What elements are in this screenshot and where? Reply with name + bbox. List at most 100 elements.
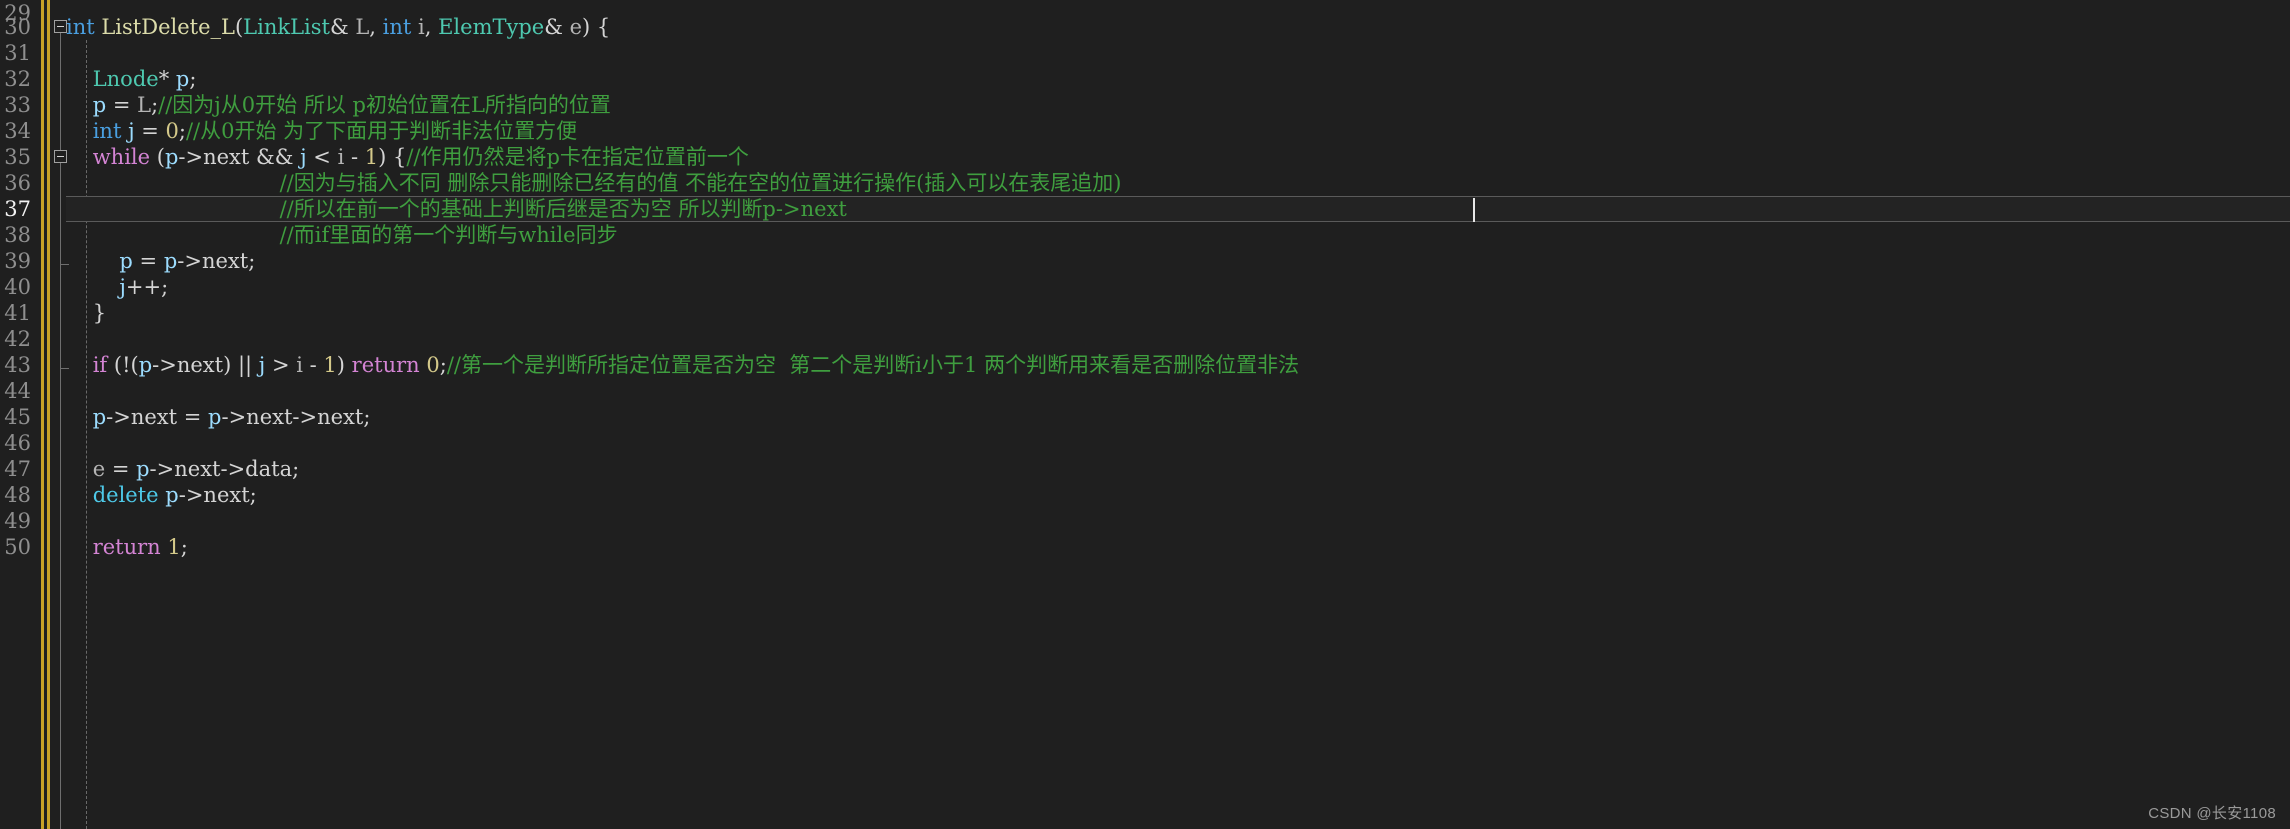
line-number: 43 [4,353,31,377]
token-kw-type: int [382,15,419,39]
code-text[interactable]: int j = 0;//从0开始 为了下面用于判断非法位置方便 [66,118,2290,144]
token-punct: > [265,353,297,377]
line-number: 44 [4,379,31,403]
code-line-45[interactable]: 45 p->next = p->next->next; [0,404,2290,430]
token-kw-type: int [92,119,129,143]
token-punct [66,405,93,429]
code-editor[interactable]: 29 30 int ListDelete_L(LinkList& L, int i,… [0,0,2290,829]
code-text[interactable]: return 1; [66,534,2290,560]
code-line-32[interactable]: 32 Lnode* p; [0,66,2290,92]
code-text[interactable]: e = p->next->data; [66,456,2290,482]
code-line-36[interactable]: 36 //因为与插入不同 删除只能删除已经有的值 不能在空的位置进行操作(插入可… [0,170,2290,196]
code-text[interactable]: int ListDelete_L(LinkList& L, int i, Ele… [66,14,2290,40]
token-punct [66,483,93,507]
line-number: 38 [4,223,31,247]
token-num: 1 [323,353,337,377]
code-line-50[interactable]: 50 return 1; [0,534,2290,560]
code-text[interactable]: if (!(p->next) || j > i - 1) return 0;//… [66,352,2290,378]
token-cmt: //而if里面的第一个判断与while同步 [279,223,618,247]
token-ident: L [355,15,370,39]
code-line-44[interactable]: 44 [0,378,2290,404]
code-text[interactable]: p = L;//因为j从0开始 所以 p初始位置在L所指向的位置 [66,92,2290,118]
line-number: 49 [4,509,31,533]
token-cmt: //从0开始 为了下面用于判断非法位置方便 [185,119,578,143]
code-text[interactable]: } [66,300,2290,326]
token-punct: ++; [125,275,169,299]
token-punct: ) { [378,145,407,169]
token-punct: , [369,15,383,39]
code-line-37[interactable]: 37 //所以在前一个的基础上判断后继是否为空 所以判断p->next [0,196,2290,222]
token-num: 1 [364,145,379,169]
token-punct: ->next->data; [149,457,300,481]
code-text[interactable]: //所以在前一个的基础上判断后继是否为空 所以判断p->next [66,196,2290,222]
token-cmt: //所以在前一个的基础上判断后继是否为空 所以判断p->next [279,197,847,221]
code-text[interactable]: //而if里面的第一个判断与while同步 [66,222,2290,248]
token-var: p [175,67,190,91]
token-punct [66,171,280,195]
token-cmt: //因为与插入不同 删除只能删除已经有的值 不能在空的位置进行操作(插入可以在表… [279,171,1122,195]
token-kw-type: int [66,15,102,39]
token-punct [66,145,93,169]
code-line-43[interactable]: 43 if (!(p->next) || j > i - 1) return 0… [0,352,2290,378]
code-line-48[interactable]: 48 delete p->next; [0,482,2290,508]
code-text[interactable]: Lnode* p; [66,66,2290,92]
line-number: 45 [4,405,31,429]
code-line-31[interactable]: 31 [0,40,2290,66]
token-fn: ListDelete_L [101,15,235,39]
token-punct: ; [439,353,447,377]
code-text[interactable]: while (p->next && j < i - 1) {//作用仍然是将p卡… [66,144,2290,170]
token-punct: ( [234,15,244,39]
code-line-40[interactable]: 40 j++; [0,274,2290,300]
code-text[interactable]: //因为与插入不同 删除只能删除已经有的值 不能在空的位置进行操作(插入可以在表… [66,170,2290,196]
token-var: p [208,405,222,429]
code-line-41[interactable]: 41 } [0,300,2290,326]
token-punct [66,93,93,117]
token-punct: (!( [107,353,139,377]
token-var: p [138,353,153,377]
code-line-42[interactable]: 42 [0,326,2290,352]
token-ident: i [418,15,425,39]
token-punct [66,119,93,143]
token-punct: ; [180,535,188,559]
token-punct: ( [150,145,165,169]
watermark: CSDN @长安1108 [2148,805,2276,822]
token-punct: = [134,119,166,143]
token-punct: * [158,67,176,91]
token-punct [66,353,93,377]
code-text[interactable]: delete p->next; [66,482,2290,508]
token-kw-ctrl: return [92,535,161,559]
code-text[interactable]: p = p->next; [66,248,2290,274]
token-punct: ->next) || [152,353,259,377]
token-punct: ; [178,119,186,143]
token-punct: = [132,249,164,273]
token-punct: & [329,15,356,39]
token-var: p [136,457,150,481]
token-punct: = [106,93,138,117]
token-punct [66,457,93,481]
token-var: p [165,483,179,507]
code-line-38[interactable]: 38 //而if里面的第一个判断与while同步 [0,222,2290,248]
code-line-46[interactable]: 46 [0,430,2290,456]
line-number: 37 [4,197,31,221]
code-line-33[interactable]: 33 p = L;//因为j从0开始 所以 p初始位置在L所指向的位置 [0,92,2290,118]
token-punct: ->next; [177,249,256,273]
token-punct: ) { [582,15,611,39]
line-number: 48 [4,483,31,507]
token-var: p [92,405,107,429]
code-line-30[interactable]: 30 int ListDelete_L(LinkList& L, int i, E… [0,14,2290,40]
line-number: 39 [4,249,31,273]
token-punct [66,275,119,299]
token-punct [66,249,119,273]
code-line-35[interactable]: 35 while (p->next && j < i - 1) {//作用仍然是… [0,144,2290,170]
line-number: 33 [4,93,31,117]
line-number: 31 [4,41,31,65]
code-line-49[interactable]: 49 [0,508,2290,534]
token-type: ElemType [438,15,545,39]
line-number: 46 [4,431,31,455]
code-text[interactable]: j++; [66,274,2290,300]
code-line-39[interactable]: 39 p = p->next; [0,248,2290,274]
code-line-47[interactable]: 47 e = p->next->data; [0,456,2290,482]
code-line-34[interactable]: 34 int j = 0;//从0开始 为了下面用于判断非法位置方便 [0,118,2290,144]
line-number: 30 [4,15,31,39]
code-text[interactable]: p->next = p->next->next; [66,404,2290,430]
